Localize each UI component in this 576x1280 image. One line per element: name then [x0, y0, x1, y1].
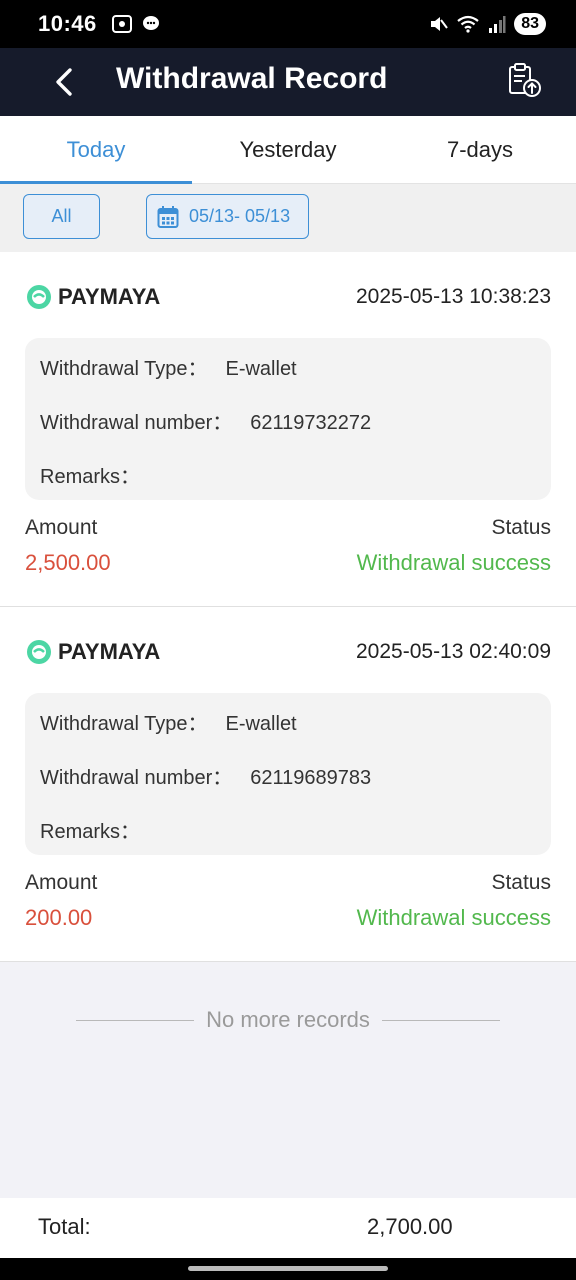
payment-brand: PAYMAYA [58, 639, 161, 664]
total-label: Total: [38, 1214, 91, 1239]
battery-indicator: 83 [514, 13, 546, 35]
withdrawal-type-label: Withdrawal Type： [40, 358, 208, 380]
record-datetime: 2025-05-13 02:40:09 [356, 640, 551, 663]
withdrawal-type-value: E-wallet [225, 358, 297, 380]
total-value: 2,700.00 [367, 1214, 453, 1239]
date-range-label: 05/13- 05/13 [189, 206, 291, 226]
system-nav-bar [0, 1258, 576, 1280]
mute-icon [431, 17, 449, 31]
amount-value: 2,500.00 [25, 550, 111, 575]
wifi-icon [457, 15, 479, 33]
filter-bar: All 05/13- 05/13 [0, 184, 576, 252]
record-details: Withdrawal Type： E-wallet Withdrawal numb… [25, 693, 551, 855]
signal-icon [489, 16, 506, 33]
amount-value: 200.00 [25, 905, 93, 930]
total-footer: Total: 2,700.00 [0, 1198, 576, 1258]
withdrawal-record[interactable]: PAYMAYA 2025-05-13 10:38:23 Withdrawal T… [0, 252, 576, 607]
divider-left [76, 1019, 195, 1021]
back-arrow-icon [56, 68, 72, 96]
paymaya-logo-icon [27, 285, 51, 309]
screenshot-icon [111, 15, 132, 33]
back-button[interactable] [48, 64, 80, 100]
status-time: 10:46 [38, 11, 97, 36]
status-label: Status [491, 516, 551, 539]
paymaya-logo-icon [27, 640, 51, 664]
filter-all-button[interactable]: All [23, 194, 100, 239]
page-title: Withdrawal Record [116, 62, 388, 95]
status-label: Status [491, 871, 551, 894]
amount-label: Amount [25, 516, 98, 539]
status-value: Withdrawal success [356, 905, 551, 930]
status-value: Withdrawal success [356, 550, 551, 575]
payment-brand: PAYMAYA [58, 284, 161, 309]
withdrawal-number-label: Withdrawal number： [40, 412, 233, 434]
no-more-records-text: No more records [206, 1007, 370, 1032]
status-bar: 10:46 83 [0, 0, 576, 48]
remarks-label: Remarks： [40, 821, 141, 843]
tab-7-days[interactable]: 7-days [384, 116, 576, 183]
withdrawal-type-value: E-wallet [225, 713, 297, 735]
home-indicator[interactable] [188, 1266, 388, 1271]
withdrawal-number-value: 62119689783 [250, 767, 372, 789]
remarks-label: Remarks： [40, 466, 141, 488]
amount-label: Amount [25, 871, 98, 894]
date-range-button[interactable]: 05/13- 05/13 [146, 194, 309, 239]
export-clipboard-icon [509, 63, 541, 97]
withdrawal-record[interactable]: PAYMAYA 2025-05-13 02:40:09 Withdrawal T… [0, 607, 576, 962]
no-more-records: No more records [0, 1004, 576, 1036]
app-header: Withdrawal Record [0, 48, 576, 116]
withdrawal-number-label: Withdrawal number： [40, 767, 233, 789]
calendar-icon [157, 205, 179, 228]
tab-today[interactable]: Today [0, 116, 192, 184]
record-datetime: 2025-05-13 10:38:23 [356, 285, 551, 308]
chat-icon [142, 16, 159, 30]
withdrawal-type-label: Withdrawal Type： [40, 713, 208, 735]
record-details: Withdrawal Type： E-wallet Withdrawal numb… [25, 338, 551, 500]
divider-right [381, 1019, 500, 1021]
date-tabs: Today Yesterday 7-days [0, 116, 576, 184]
withdrawal-number-value: 62119732272 [250, 412, 372, 434]
tab-yesterday[interactable]: Yesterday [192, 116, 384, 183]
export-button[interactable] [504, 58, 544, 102]
